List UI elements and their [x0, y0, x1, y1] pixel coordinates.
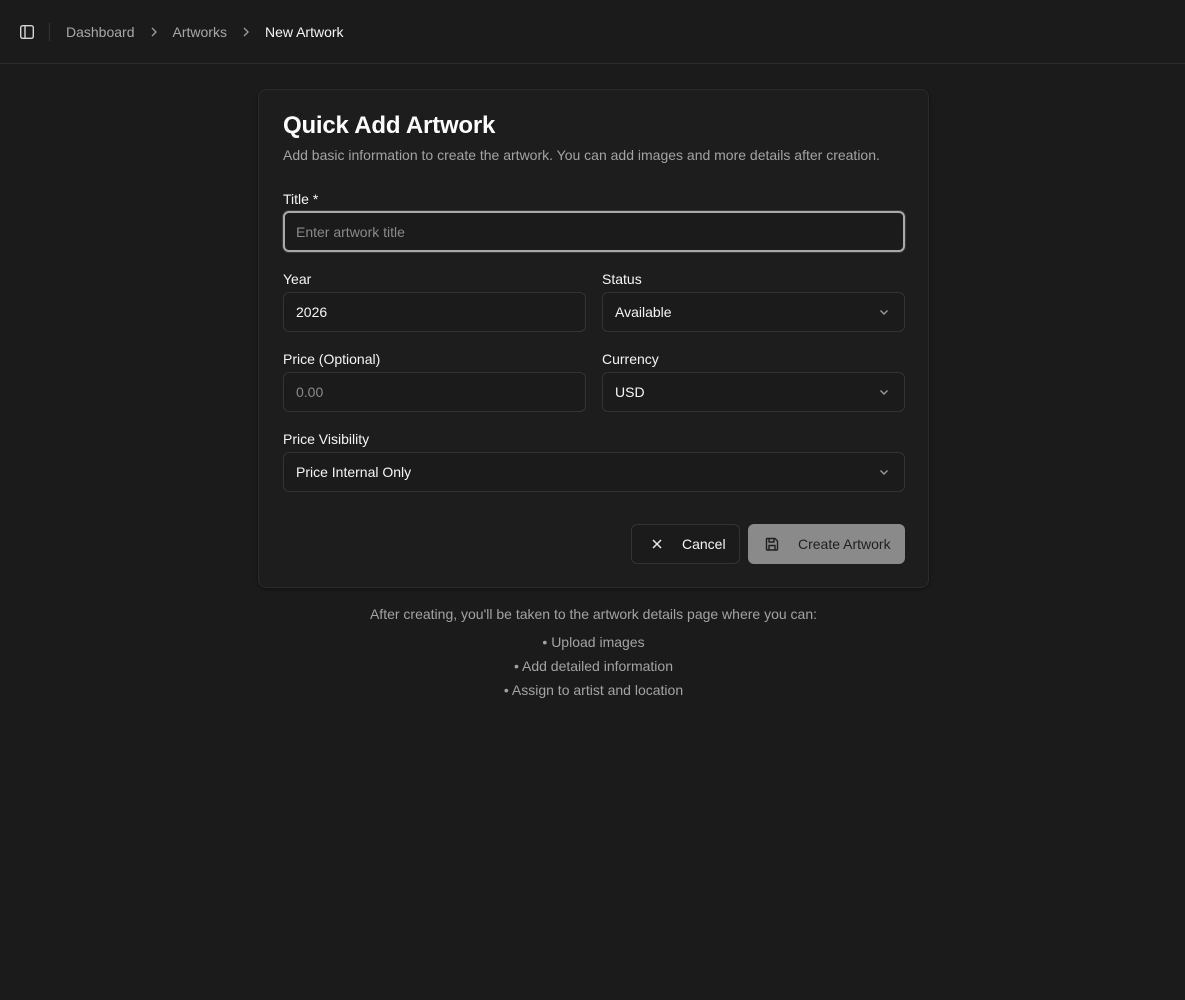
status-label: Status [602, 271, 642, 287]
price-visibility-label: Price Visibility [283, 431, 370, 447]
divider [49, 23, 50, 41]
create-artwork-label: Create Artwork [798, 536, 891, 552]
breadcrumb-dashboard[interactable]: Dashboard [66, 24, 135, 40]
create-artwork-button[interactable]: Create Artwork [748, 524, 905, 564]
year-value: 2026 [296, 304, 328, 320]
cancel-button[interactable]: Cancel [631, 524, 740, 564]
title-label: Title * [283, 191, 319, 207]
panel-left-icon [20, 25, 35, 40]
quick-add-artwork-card: Quick Add Artwork Add basic information … [258, 89, 929, 588]
title-input[interactable] [283, 211, 905, 252]
price-label: Price (Optional) [283, 351, 381, 367]
after-create-item: • Upload images [542, 634, 645, 650]
after-create-intro: After creating, you'll be taken to the a… [369, 606, 818, 622]
status-select[interactable]: Available [602, 292, 905, 332]
chevron-right-icon [239, 25, 253, 39]
save-icon [764, 536, 780, 552]
price-visibility-value: Price Internal Only [296, 464, 412, 480]
price-input[interactable] [283, 372, 586, 412]
cancel-label: Cancel [682, 536, 726, 552]
chevron-right-icon [147, 25, 161, 39]
x-icon [650, 537, 664, 551]
year-input[interactable]: 2026 [283, 292, 586, 332]
year-label: Year [283, 271, 312, 287]
chevron-down-icon [880, 310, 888, 315]
card-description: Add basic information to create the artw… [283, 147, 880, 163]
chevron-down-icon [880, 390, 888, 395]
currency-select[interactable]: USD [602, 372, 905, 412]
price-visibility-select[interactable]: Price Internal Only [283, 452, 905, 492]
sidebar-toggle-button[interactable] [17, 22, 37, 42]
status-value: Available [615, 304, 672, 320]
breadcrumb-current: New Artwork [264, 24, 344, 40]
top-bar: Dashboard Artworks New Artwork [0, 0, 1185, 64]
breadcrumb-artworks[interactable]: Artworks [173, 24, 227, 40]
chevron-down-icon [880, 470, 888, 475]
currency-value: USD [615, 384, 645, 400]
currency-label: Currency [602, 351, 659, 367]
breadcrumb: Dashboard Artworks New Artwork [66, 0, 344, 64]
after-create-item: • Add detailed information [513, 658, 673, 674]
card-title: Quick Add Artwork [283, 112, 496, 139]
after-create-item: • Assign to artist and location [503, 682, 684, 698]
